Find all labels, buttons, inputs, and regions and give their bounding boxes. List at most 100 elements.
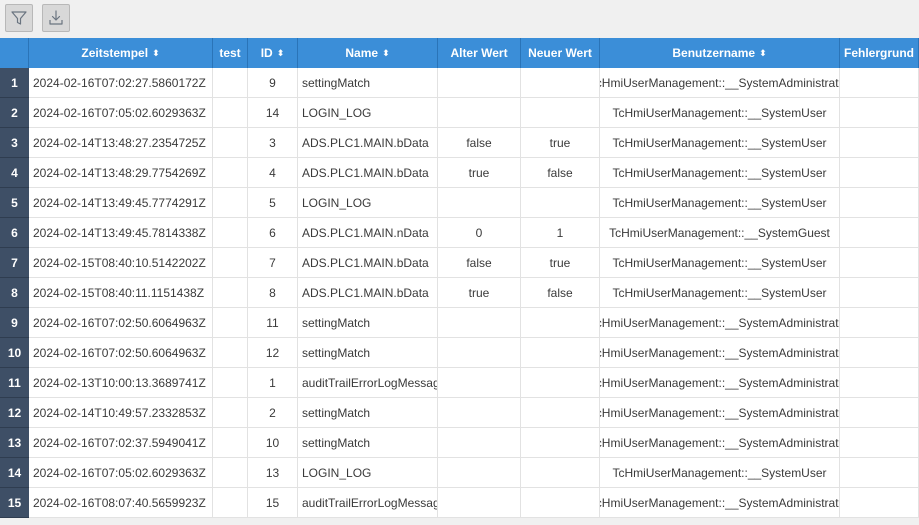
cell-timestamp: 2024-02-16T08:07:40.5659923Z	[29, 488, 213, 518]
cell-user: TcHmiUserManagement::__SystemAdministrat…	[600, 428, 840, 458]
table-row[interactable]: 14 2024-02-16T07:05:02.6029363Z 13 LOGIN_LO…	[0, 458, 919, 488]
cell-timestamp: 2024-02-16T07:05:02.6029363Z	[29, 458, 213, 488]
cell-error	[840, 338, 919, 368]
export-button[interactable]	[42, 4, 70, 32]
row-number: 14	[0, 458, 29, 488]
table-row[interactable]: 2 2024-02-16T07:05:02.6029363Z 14 LOGIN_LOG…	[0, 98, 919, 128]
cell-test	[213, 128, 248, 158]
column-header-timestamp[interactable]: Zeitstempel ⬍	[29, 38, 213, 68]
grid-header: Zeitstempel ⬍ test ID ⬍ Name ⬍ Alter Wert Neuer …	[0, 38, 919, 68]
cell-old	[438, 458, 521, 488]
cell-user: TcHmiUserManagement::__SystemUser	[600, 98, 840, 128]
cell-timestamp: 2024-02-15T08:40:10.5142202Z	[29, 248, 213, 278]
cell-error	[840, 98, 919, 128]
cell-name: settingMatch	[298, 428, 438, 458]
cell-name: LOGIN_LOG	[298, 458, 438, 488]
cell-timestamp: 2024-02-16T07:02:27.5860172Z	[29, 68, 213, 98]
cell-test	[213, 308, 248, 338]
table-row[interactable]: 13 2024-02-16T07:02:37.5949041Z 10 settingM…	[0, 428, 919, 458]
header-corner	[0, 38, 29, 68]
table-row[interactable]: 15 2024-02-16T08:07:40.5659923Z 15 auditTra…	[0, 488, 919, 518]
column-header-label: Neuer Wert	[528, 46, 592, 60]
table-row[interactable]: 6 2024-02-14T13:49:45.7814338Z 6 ADS.PLC1.M…	[0, 218, 919, 248]
table-row[interactable]: 9 2024-02-16T07:02:50.6064963Z 11 settingMa…	[0, 308, 919, 338]
cell-test	[213, 188, 248, 218]
column-header-label: Zeitstempel	[81, 46, 149, 60]
cell-name: ADS.PLC1.MAIN.bData	[298, 278, 438, 308]
cell-old: true	[438, 158, 521, 188]
table-row[interactable]: 4 2024-02-14T13:48:29.7754269Z 4 ADS.PLC1.M…	[0, 158, 919, 188]
column-header-user[interactable]: Benutzername ⬍	[600, 38, 840, 68]
cell-user: TcHmiUserManagement::__SystemGuest	[600, 218, 840, 248]
cell-id: 8	[248, 278, 298, 308]
cell-id: 13	[248, 458, 298, 488]
cell-old	[438, 338, 521, 368]
cell-timestamp: 2024-02-16T07:02:37.5949041Z	[29, 428, 213, 458]
cell-old	[438, 428, 521, 458]
cell-user: TcHmiUserManagement::__SystemUser	[600, 278, 840, 308]
row-number: 2	[0, 98, 29, 128]
table-row[interactable]: 7 2024-02-15T08:40:10.5142202Z 7 ADS.PLC1.M…	[0, 248, 919, 278]
cell-timestamp: 2024-02-14T13:48:27.2354725Z	[29, 128, 213, 158]
cell-user: TcHmiUserManagement::__SystemAdministrat…	[600, 488, 840, 518]
cell-name: settingMatch	[298, 68, 438, 98]
table-row[interactable]: 10 2024-02-16T07:02:50.6064963Z 12 settingM…	[0, 338, 919, 368]
row-number: 12	[0, 398, 29, 428]
column-header-old: Alter Wert	[438, 38, 521, 68]
row-number: 6	[0, 218, 29, 248]
cell-new	[521, 428, 600, 458]
cell-error	[840, 218, 919, 248]
table-row[interactable]: 5 2024-02-14T13:49:45.7774291Z 5 LOGIN_LOG T…	[0, 188, 919, 218]
cell-timestamp: 2024-02-15T08:40:11.1151438Z	[29, 278, 213, 308]
cell-id: 3	[248, 128, 298, 158]
cell-id: 1	[248, 368, 298, 398]
cell-timestamp: 2024-02-16T07:05:02.6029363Z	[29, 98, 213, 128]
cell-test	[213, 68, 248, 98]
cell-name: ADS.PLC1.MAIN.bData	[298, 158, 438, 188]
filter-icon	[11, 11, 27, 25]
column-header-name[interactable]: Name ⬍	[298, 38, 438, 68]
cell-id: 4	[248, 158, 298, 188]
cell-id: 12	[248, 338, 298, 368]
cell-test	[213, 458, 248, 488]
cell-id: 11	[248, 308, 298, 338]
cell-error	[840, 158, 919, 188]
cell-name: settingMatch	[298, 338, 438, 368]
cell-user: TcHmiUserManagement::__SystemUser	[600, 128, 840, 158]
sort-icon: ⬍	[759, 47, 767, 58]
row-number: 8	[0, 278, 29, 308]
column-header-label: Name	[345, 46, 379, 60]
sort-icon: ⬍	[276, 47, 285, 58]
table-row[interactable]: 8 2024-02-15T08:40:11.1151438Z 8 ADS.PLC1.M…	[0, 278, 919, 308]
cell-error	[840, 488, 919, 518]
filter-button[interactable]	[5, 4, 33, 32]
table-row[interactable]: 12 2024-02-14T10:49:57.2332853Z 2 settingMa…	[0, 398, 919, 428]
row-number: 4	[0, 158, 29, 188]
cell-user: TcHmiUserManagement::__SystemAdministrat…	[600, 368, 840, 398]
column-header-id[interactable]: ID ⬍	[248, 38, 298, 68]
row-number: 7	[0, 248, 29, 278]
row-number: 5	[0, 188, 29, 218]
table-row[interactable]: 3 2024-02-14T13:48:27.2354725Z 3 ADS.PLC1.M…	[0, 128, 919, 158]
cell-error	[840, 428, 919, 458]
download-icon	[49, 10, 63, 25]
cell-timestamp: 2024-02-14T13:49:45.7814338Z	[29, 218, 213, 248]
cell-error	[840, 278, 919, 308]
column-header-label: test	[219, 46, 241, 60]
cell-new	[521, 68, 600, 98]
cell-test	[213, 158, 248, 188]
cell-new	[521, 458, 600, 488]
cell-id: 10	[248, 428, 298, 458]
cell-timestamp: 2024-02-16T07:02:50.6064963Z	[29, 338, 213, 368]
row-number: 13	[0, 428, 29, 458]
cell-id: 6	[248, 218, 298, 248]
table-row[interactable]: 11 2024-02-13T10:00:13.3689741Z 1 auditTrai…	[0, 368, 919, 398]
table-row[interactable]: 1 2024-02-16T07:02:27.5860172Z 9 settingMat…	[0, 68, 919, 98]
row-number: 9	[0, 308, 29, 338]
cell-name: ADS.PLC1.MAIN.nData	[298, 218, 438, 248]
cell-old: false	[438, 128, 521, 158]
column-header-new: Neuer Wert	[521, 38, 600, 68]
cell-error	[840, 188, 919, 218]
cell-name: LOGIN_LOG	[298, 188, 438, 218]
grid-footer	[0, 518, 919, 525]
